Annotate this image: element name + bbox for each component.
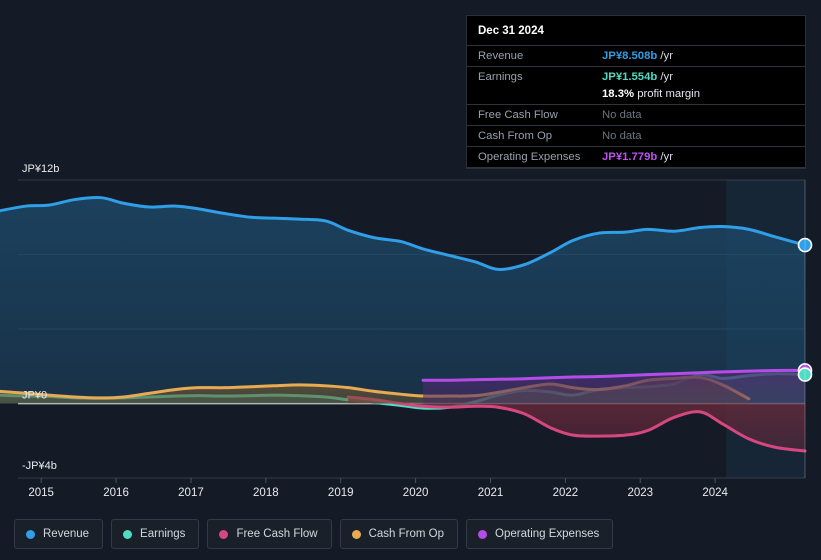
tooltip-value-revenue: JP¥8.508b /yr xyxy=(602,50,673,62)
tooltip-row-operating-expenses: Operating Expenses JP¥1.779b /yr xyxy=(467,146,805,167)
xaxis-label-2015: 2015 xyxy=(28,487,54,499)
tooltip-row-cash-from-op: Cash From Op No data xyxy=(467,125,805,146)
yaxis-label: -JP¥4b xyxy=(22,460,57,472)
tooltip-row-free-cash-flow: Free Cash Flow No data xyxy=(467,104,805,125)
tooltip-suffix-earnings: /yr xyxy=(660,71,673,83)
legend-label: Earnings xyxy=(140,528,186,540)
legend-label: Operating Expenses xyxy=(495,528,600,540)
legend-color-dot xyxy=(123,529,133,539)
legend-item-operating-expenses[interactable]: Operating Expenses xyxy=(466,519,614,549)
tooltip-suffix-revenue: /yr xyxy=(660,50,673,62)
tooltip-value-earnings: JP¥1.554b /yr xyxy=(602,71,673,83)
legend-color-dot xyxy=(26,529,35,539)
tooltip-bottom-rule xyxy=(467,167,805,168)
legend-label: Cash From Op xyxy=(368,528,445,540)
legend-item-revenue[interactable]: Revenue xyxy=(14,519,104,549)
xaxis-label-2024: 2024 xyxy=(702,487,728,499)
legend-color-dot xyxy=(478,529,488,539)
xaxis-label-2017: 2017 xyxy=(178,487,204,499)
tooltip-row-revenue: Revenue JP¥8.508b /yr xyxy=(467,45,805,66)
profit-margin-text: profit margin xyxy=(637,88,700,100)
tooltip-row-profit-margin: 18.3% profit margin xyxy=(467,87,805,104)
tooltip-number-earnings: JP¥1.554b xyxy=(602,71,658,83)
tooltip-label-operating-expenses: Operating Expenses xyxy=(478,151,581,163)
tooltip-row-earnings: Earnings JP¥1.554b /yr xyxy=(467,66,805,87)
tooltip-label-revenue: Revenue xyxy=(478,50,524,62)
tooltip-suffix-operating-expenses: /yr xyxy=(660,151,673,163)
legend-item-free-cash-flow[interactable]: Free Cash Flow xyxy=(207,519,332,549)
xaxis-label-2020: 2020 xyxy=(403,487,429,499)
xaxis-label-2019: 2019 xyxy=(328,487,354,499)
tooltip-value-cash-from-op: No data xyxy=(602,130,642,142)
legend-item-earnings[interactable]: Earnings xyxy=(111,519,200,549)
xaxis-label-2022: 2022 xyxy=(553,487,579,499)
xaxis-label-2016: 2016 xyxy=(103,487,129,499)
tooltip-label-free-cash-flow: Free Cash Flow xyxy=(478,109,558,121)
tooltip-value-free-cash-flow: No data xyxy=(602,109,642,121)
xaxis-label-2021: 2021 xyxy=(478,487,504,499)
tooltip-value-operating-expenses: JP¥1.779b /yr xyxy=(602,151,673,163)
legend-item-cash-from-op[interactable]: Cash From Op xyxy=(339,519,459,549)
chart-tooltip: Dec 31 2024 Revenue JP¥8.508b /yr Earnin… xyxy=(466,15,806,169)
legend-color-dot xyxy=(219,529,229,539)
xaxis-label-2023: 2023 xyxy=(627,487,653,499)
tooltip-value-profit-margin: 18.3% profit margin xyxy=(602,88,700,100)
legend-label: Revenue xyxy=(43,528,90,540)
tooltip-date: Dec 31 2024 xyxy=(478,25,544,37)
tooltip-label-cash-from-op: Cash From Op xyxy=(478,130,553,142)
legend-label: Free Cash Flow xyxy=(236,528,318,540)
chart-legend[interactable]: Revenue Earnings Free Cash Flow Cash From O… xyxy=(0,508,821,560)
xaxis-label-2018: 2018 xyxy=(253,487,279,499)
profit-margin-percent: 18.3% xyxy=(602,88,635,100)
financial-chart-page: 2015 2016 2017 2018 2019 2020 2021 2022 2023 2024… xyxy=(0,0,821,560)
tooltip-label-earnings: Earnings xyxy=(478,71,523,83)
tooltip-number-revenue: JP¥8.508b xyxy=(602,50,658,62)
tooltip-number-operating-expenses: JP¥1.779b xyxy=(602,151,658,163)
yaxis-label: JP¥0 xyxy=(22,390,47,402)
legend-color-dot xyxy=(351,529,361,539)
yaxis-label: JP¥12b xyxy=(22,163,59,175)
